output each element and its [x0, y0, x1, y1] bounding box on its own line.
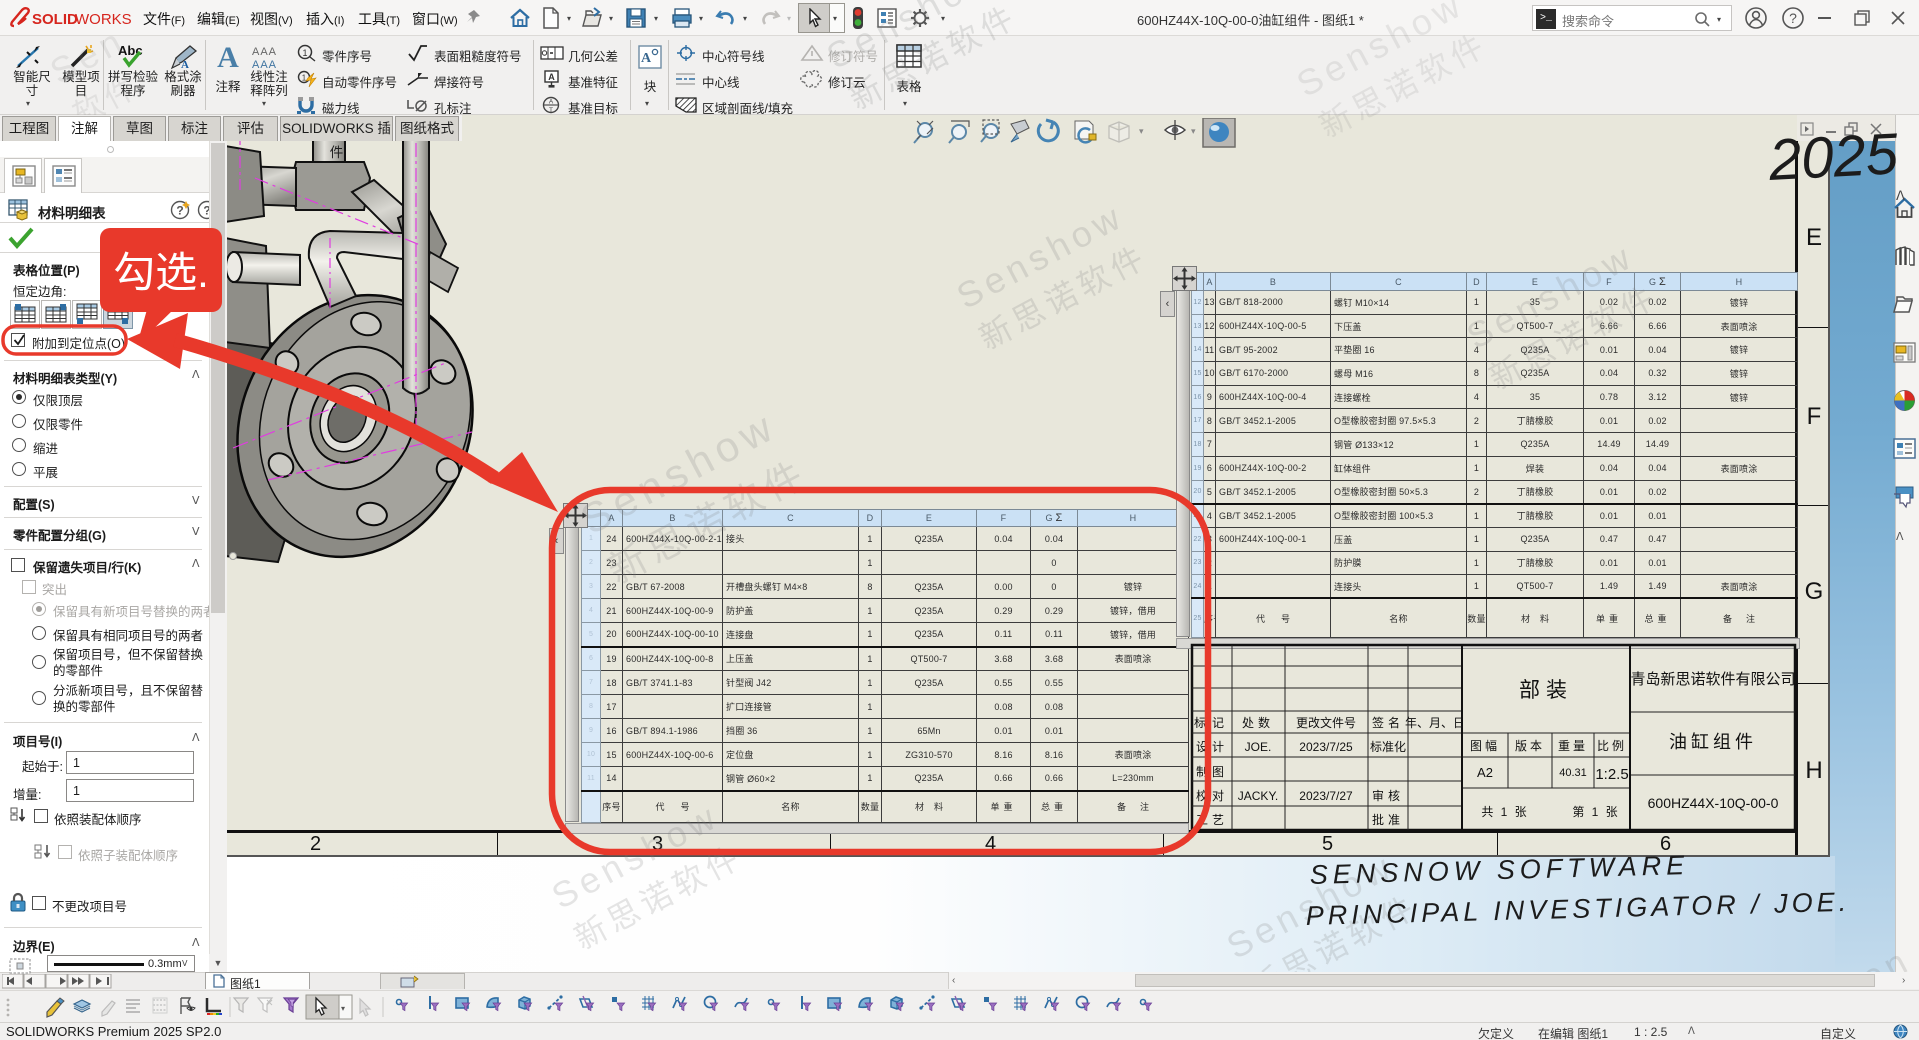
svg-text:?: ?: [1789, 10, 1797, 26]
svg-text:A2: A2: [1477, 765, 1493, 780]
svg-text:A: A: [641, 51, 652, 66]
svg-text:重量: 重量: [1558, 739, 1588, 753]
svg-text:▾: ▾: [341, 1004, 345, 1013]
svg-text:2023/7/25: 2023/7/25: [1299, 740, 1353, 754]
svg-text:制图: 制图: [1196, 765, 1228, 779]
svg-text:A: A: [549, 99, 554, 106]
svg-text:设计: 设计: [1196, 740, 1228, 754]
svg-text:第 1 张: 第 1 张: [1572, 805, 1619, 819]
svg-text:批准: 批准: [1372, 812, 1404, 827]
svg-text:A: A: [217, 41, 239, 72]
svg-text:处数: 处数: [1242, 715, 1274, 730]
svg-text:SOLID: SOLID: [32, 11, 78, 28]
svg-text:▾: ▾: [1191, 126, 1196, 136]
svg-text:油缸组件: 油缸组件: [1669, 731, 1757, 752]
svg-text:工艺: 工艺: [1196, 813, 1228, 827]
svg-text:审核: 审核: [1372, 788, 1404, 803]
svg-text:A: A: [181, 59, 189, 70]
svg-text:共 1 张: 共 1 张: [1481, 805, 1528, 819]
svg-text:1:2.5: 1:2.5: [1595, 766, 1628, 783]
svg-text:签名: 签名: [1372, 715, 1404, 730]
svg-text:版本: 版本: [1515, 739, 1545, 753]
svg-text:T: T: [549, 107, 553, 114]
svg-text:比例: 比例: [1597, 739, 1627, 753]
svg-text:更改文件号: 更改文件号: [1296, 715, 1356, 730]
svg-text:2023/7/27: 2023/7/27: [1299, 789, 1353, 803]
svg-text:校对: 校对: [1196, 788, 1228, 803]
svg-text:JOE.: JOE.: [1245, 740, 1272, 754]
svg-text:AAA: AAA: [252, 59, 277, 70]
svg-text:A: A: [548, 72, 555, 82]
svg-text:年、月、日: 年、月、日: [1405, 716, 1465, 730]
svg-text:标记: 标记: [1194, 716, 1230, 730]
svg-text:?: ?: [176, 204, 183, 218]
svg-text:部装: 部装: [1519, 679, 1573, 702]
svg-text:40.31: 40.31: [1559, 767, 1587, 779]
svg-text:青岛新思诺软件有限公司: 青岛新思诺软件有限公司: [1630, 671, 1795, 688]
svg-text:图幅: 图幅: [1470, 738, 1500, 753]
svg-text:AAA: AAA: [252, 46, 277, 58]
svg-text:▾: ▾: [1139, 126, 1144, 136]
svg-text:1: 1: [302, 48, 307, 58]
svg-text:标准化: 标准化: [1370, 740, 1406, 754]
svg-text:JACKY.: JACKY.: [1238, 789, 1278, 803]
svg-text:600HZ44X-10Q-00-0: 600HZ44X-10Q-00-0: [1648, 795, 1779, 811]
